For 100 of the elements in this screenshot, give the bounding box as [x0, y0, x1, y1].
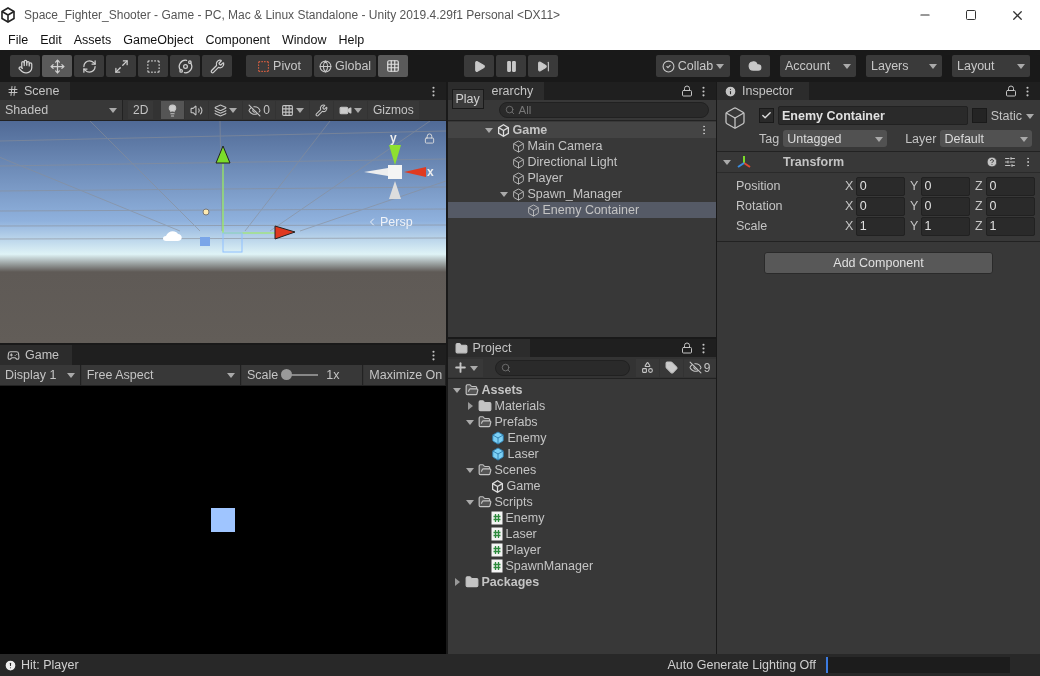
project-row[interactable]: Laser: [447, 526, 716, 542]
component-header[interactable]: Transform: [717, 152, 1040, 173]
name-field[interactable]: Enemy Container: [778, 106, 968, 125]
tool-button[interactable]: [202, 55, 232, 77]
number-field[interactable]: 0: [855, 196, 905, 216]
project-row[interactable]: Scripts: [447, 494, 716, 510]
maximize-toggle[interactable]: Maximize On: [364, 365, 446, 385]
hierarchy-row[interactable]: Player: [447, 170, 716, 186]
menu-item[interactable]: Assets: [67, 33, 118, 47]
project-row[interactable]: Enemy: [447, 510, 716, 526]
playback-button[interactable]: [496, 55, 527, 77]
filter-label-button[interactable]: [659, 358, 683, 377]
number-field[interactable]: 1: [920, 216, 970, 236]
menu-item[interactable]: GameObject: [117, 33, 200, 47]
menu-item[interactable]: File: [2, 33, 35, 47]
project-row[interactable]: Game: [447, 478, 716, 494]
number-field[interactable]: 0: [985, 176, 1035, 196]
add-component-button[interactable]: Add Component: [764, 252, 993, 274]
project-row[interactable]: Enemy: [447, 430, 716, 446]
grid-snap-button[interactable]: [378, 55, 409, 77]
project-row[interactable]: Scenes: [447, 462, 716, 478]
open-folder-icon: [464, 383, 479, 397]
tag-icon: [664, 361, 678, 374]
project-tab[interactable]: Project: [447, 339, 530, 357]
project-row[interactable]: Materials: [447, 398, 716, 414]
game-tab[interactable]: Game: [0, 345, 72, 365]
cube-icon: [511, 187, 525, 201]
tool-button[interactable]: [74, 55, 104, 77]
gizmos-dropdown[interactable]: Gizmos: [368, 101, 419, 119]
hierarchy-row[interactable]: Main Camera: [447, 138, 716, 154]
tag-dropdown[interactable]: Untagged: [783, 130, 888, 147]
hidden-objects-toggle[interactable]: 0: [243, 101, 276, 119]
dropdown-arrow-icon: [469, 363, 478, 372]
lock-icon[interactable]: [680, 85, 693, 97]
active-checkbox[interactable]: [759, 108, 774, 123]
hierarchy-row[interactable]: Spawn_Manager: [447, 186, 716, 202]
create-dropdown[interactable]: [447, 358, 483, 377]
dropdown-arrow-icon: [1020, 134, 1029, 143]
number-field[interactable]: 1: [985, 216, 1035, 236]
hierarchy-row[interactable]: Enemy Container: [447, 202, 716, 218]
number-field[interactable]: 0: [920, 176, 970, 196]
lock-icon[interactable]: [680, 342, 693, 354]
tools-toggle[interactable]: [310, 101, 334, 119]
number-field[interactable]: 1: [855, 216, 905, 236]
lighting-toggle[interactable]: [161, 101, 185, 119]
global-button[interactable]: Global: [314, 55, 377, 77]
prefab-cube-icon: [490, 447, 505, 461]
cloud-button[interactable]: [740, 55, 770, 77]
playback-button[interactable]: [528, 55, 559, 77]
number-field[interactable]: 0: [855, 176, 905, 196]
layer-dropdown[interactable]: Default: [940, 130, 1033, 147]
lighting-status: Auto Generate Lighting Off: [667, 658, 816, 672]
search-field[interactable]: [494, 359, 630, 376]
tool-button[interactable]: [42, 55, 72, 77]
project-row[interactable]: Assets: [447, 382, 716, 398]
hierarchy-row[interactable]: Game: [447, 122, 716, 138]
play-icon: [472, 59, 486, 73]
account-button[interactable]: Account: [780, 55, 856, 77]
project-row[interactable]: SpawnManager: [447, 558, 716, 574]
dropdown-arrow-icon: [229, 106, 238, 114]
pivot-button[interactable]: Pivot: [246, 55, 312, 77]
tool-button[interactable]: [10, 55, 40, 77]
project-row[interactable]: Player: [447, 542, 716, 558]
static-checkbox[interactable]: [971, 108, 987, 123]
slider-thumb[interactable]: [281, 369, 293, 380]
project-row[interactable]: Packages: [447, 574, 716, 590]
lock-icon[interactable]: [1005, 85, 1017, 97]
camera-dropdown[interactable]: [334, 101, 368, 119]
menu-item[interactable]: Window: [276, 33, 333, 47]
number-field[interactable]: 0: [920, 196, 970, 216]
tool-button[interactable]: [106, 55, 136, 77]
project-row[interactable]: Laser: [447, 446, 716, 462]
menu-item[interactable]: Component: [199, 33, 276, 47]
hidden-packages-button[interactable]: 9: [683, 358, 716, 377]
hierarchy-row[interactable]: Directional Light: [447, 154, 716, 170]
filter-type-button[interactable]: [635, 358, 659, 377]
layers-button[interactable]: Layers: [866, 55, 942, 77]
scale-slider[interactable]: Scale 1x: [241, 365, 364, 385]
display-dropdown[interactable]: Display 1: [0, 365, 81, 385]
presets-icon[interactable]: [1004, 156, 1016, 168]
effects-toggle[interactable]: [209, 101, 243, 119]
inspector-tab[interactable]: Inspector: [717, 82, 809, 100]
tool-button[interactable]: [138, 55, 168, 77]
tool-button[interactable]: [170, 55, 200, 77]
number-field[interactable]: 0: [985, 196, 1035, 216]
menu-item[interactable]: Help: [332, 33, 371, 47]
shading-dropdown[interactable]: Shaded: [0, 100, 123, 120]
layout-button[interactable]: Layout: [952, 55, 1030, 77]
scene-tab[interactable]: Scene: [0, 82, 70, 100]
menu-item[interactable]: Edit: [34, 33, 68, 47]
aspect-dropdown[interactable]: Free Aspect: [81, 365, 241, 385]
open-folder-icon: [477, 463, 492, 477]
project-row[interactable]: Prefabs: [447, 414, 716, 430]
playback-button[interactable]: [464, 55, 495, 77]
audio-toggle[interactable]: [185, 101, 209, 119]
script-file-icon: [490, 559, 503, 573]
help-icon[interactable]: [986, 156, 998, 168]
2d-toggle[interactable]: 2D: [128, 101, 154, 119]
collab-button[interactable]: Collab: [656, 55, 730, 77]
grid-toggle[interactable]: [276, 101, 310, 119]
